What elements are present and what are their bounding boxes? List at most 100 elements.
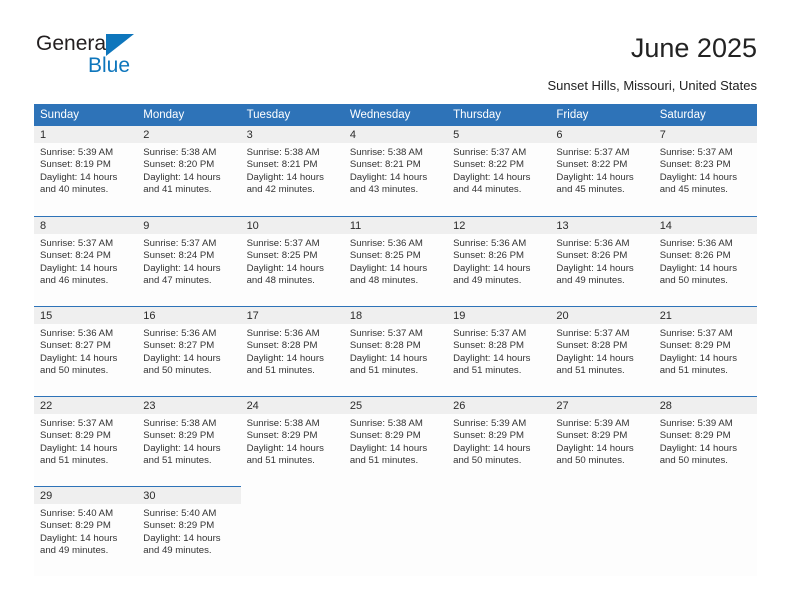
- sunrise-text: Sunrise: 5:37 AM: [453, 328, 527, 339]
- sunrise-text: Sunrise: 5:36 AM: [659, 238, 733, 249]
- day-details: Sunrise: 5:37 AM Sunset: 8:22 PM Daylight:…: [550, 143, 653, 197]
- page-subtitle: Sunset Hills, Missouri, United States: [547, 78, 757, 93]
- day-cell-inner: 12 Sunrise: 5:36 AM Sunset: 8:26 PM Dayligh…: [447, 216, 551, 306]
- daylight-text: Daylight: 14 hours and 44 minutes.: [453, 171, 531, 196]
- calendar-day-cell[interactable]: 24 Sunrise: 5:38 AM Sunset: 8:29 PM Dayligh…: [240, 396, 344, 486]
- calendar-day-cell[interactable]: 20 Sunrise: 5:37 AM Sunset: 8:28 PM Dayligh…: [550, 306, 654, 396]
- day-cell-inner: 28 Sunrise: 5:39 AM Sunset: 8:29 PM Dayligh…: [653, 396, 757, 486]
- calendar-day-cell[interactable]: 19 Sunrise: 5:37 AM Sunset: 8:28 PM Dayligh…: [447, 306, 551, 396]
- day-cell-inner: 25 Sunrise: 5:38 AM Sunset: 8:29 PM Dayligh…: [343, 396, 448, 486]
- day-cell-inner: 20 Sunrise: 5:37 AM Sunset: 8:28 PM Dayligh…: [550, 306, 654, 396]
- calendar-day-cell[interactable]: 5 Sunrise: 5:37 AM Sunset: 8:22 PM Daylight…: [447, 126, 551, 216]
- day-cell-inner: 17 Sunrise: 5:36 AM Sunset: 8:28 PM Dayligh…: [240, 306, 344, 396]
- day-number: 1: [34, 126, 138, 143]
- daylight-text: Daylight: 14 hours and 49 minutes.: [556, 262, 634, 287]
- calendar-day-cell[interactable]: 14 Sunrise: 5:36 AM Sunset: 8:26 PM Dayligh…: [653, 216, 757, 306]
- sunrise-text: Sunrise: 5:38 AM: [246, 147, 320, 158]
- day-number: 19: [447, 307, 551, 324]
- sunrise-text: Sunrise: 5:40 AM: [143, 508, 217, 519]
- calendar-body: 1 Sunrise: 5:39 AM Sunset: 8:19 PM Daylight…: [34, 126, 757, 576]
- sunset-text: Sunset: 8:27 PM: [40, 340, 111, 352]
- day-number: [344, 487, 447, 504]
- sunrise-text: Sunrise: 5:37 AM: [349, 328, 423, 339]
- sunrise-text: Sunrise: 5:37 AM: [556, 147, 630, 158]
- day-cell-inner: 18 Sunrise: 5:37 AM Sunset: 8:28 PM Dayligh…: [343, 306, 448, 396]
- calendar-day-cell[interactable]: 2 Sunrise: 5:38 AM Sunset: 8:20 PM Daylight…: [137, 126, 241, 216]
- calendar-day-cell[interactable]: 11 Sunrise: 5:36 AM Sunset: 8:25 PM Dayligh…: [343, 216, 448, 306]
- calendar-day-cell[interactable]: 25 Sunrise: 5:38 AM Sunset: 8:29 PM Dayligh…: [343, 396, 448, 486]
- day-cell-inner: 21 Sunrise: 5:37 AM Sunset: 8:29 PM Dayligh…: [653, 306, 757, 396]
- sunrise-text: Sunrise: 5:36 AM: [453, 238, 527, 249]
- day-details: Sunrise: 5:38 AM Sunset: 8:20 PM Daylight:…: [137, 143, 240, 197]
- calendar-day-cell[interactable]: 27 Sunrise: 5:39 AM Sunset: 8:29 PM Dayligh…: [550, 396, 654, 486]
- calendar-day-cell[interactable]: 17 Sunrise: 5:36 AM Sunset: 8:28 PM Dayligh…: [240, 306, 344, 396]
- sunset-text: Sunset: 8:27 PM: [143, 340, 215, 352]
- calendar-day-cell[interactable]: 1 Sunrise: 5:39 AM Sunset: 8:19 PM Daylight…: [34, 126, 138, 216]
- general-blue-logo[interactable]: General Blue: [34, 32, 234, 84]
- day-number: 16: [137, 307, 241, 324]
- sunset-text: Sunset: 8:29 PM: [246, 430, 318, 442]
- daylight-text: Daylight: 14 hours and 50 minutes.: [40, 352, 118, 377]
- sunrise-sunset-calendar-table: Sunday Monday Tuesday Wednesday Thursday…: [34, 104, 757, 576]
- calendar-day-cell[interactable]: 7 Sunrise: 5:37 AM Sunset: 8:23 PM Daylight…: [653, 126, 757, 216]
- day-number: 20: [550, 307, 654, 324]
- day-details: Sunrise: 5:39 AM Sunset: 8:29 PM Daylight:…: [550, 414, 653, 468]
- daylight-text: Daylight: 14 hours and 51 minutes.: [349, 352, 428, 377]
- calendar-day-cell[interactable]: 9 Sunrise: 5:37 AM Sunset: 8:24 PM Daylight…: [137, 216, 241, 306]
- calendar-day-cell[interactable]: 30 Sunrise: 5:40 AM Sunset: 8:29 PM Dayligh…: [137, 486, 241, 576]
- sunrise-text: Sunrise: 5:37 AM: [40, 238, 114, 249]
- calendar-day-cell[interactable]: 15 Sunrise: 5:36 AM Sunset: 8:27 PM Dayligh…: [34, 306, 138, 396]
- sunset-text: Sunset: 8:29 PM: [143, 520, 215, 532]
- logo-triangle-icon: [106, 34, 134, 56]
- calendar-day-cell[interactable]: 29 Sunrise: 5:40 AM Sunset: 8:29 PM Dayligh…: [34, 486, 138, 576]
- day-number: 21: [653, 307, 757, 324]
- calendar-day-cell[interactable]: 13 Sunrise: 5:36 AM Sunset: 8:26 PM Dayligh…: [550, 216, 654, 306]
- daylight-text: Daylight: 14 hours and 50 minutes.: [556, 442, 634, 467]
- sunset-text: Sunset: 8:29 PM: [659, 430, 731, 442]
- sunrise-text: Sunrise: 5:36 AM: [143, 328, 217, 339]
- calendar-day-cell[interactable]: 3 Sunrise: 5:38 AM Sunset: 8:21 PM Daylight…: [240, 126, 344, 216]
- day-number: 10: [240, 217, 344, 234]
- calendar-day-cell[interactable]: 18 Sunrise: 5:37 AM Sunset: 8:28 PM Dayligh…: [343, 306, 448, 396]
- calendar-day-cell[interactable]: 21 Sunrise: 5:37 AM Sunset: 8:29 PM Dayligh…: [653, 306, 757, 396]
- day-number: 9: [137, 217, 241, 234]
- calendar-page: General Blue June 2025 Sunset Hills, Mis…: [0, 0, 792, 612]
- sunrise-text: Sunrise: 5:37 AM: [659, 328, 733, 339]
- day-cell-inner: [344, 486, 447, 576]
- calendar-week-row: 29 Sunrise: 5:40 AM Sunset: 8:29 PM Dayligh…: [34, 486, 757, 576]
- calendar-day-cell[interactable]: 8 Sunrise: 5:37 AM Sunset: 8:24 PM Daylight…: [34, 216, 138, 306]
- day-number: 11: [343, 217, 448, 234]
- day-details: Sunrise: 5:36 AM Sunset: 8:25 PM Daylight:…: [344, 234, 447, 288]
- sunset-text: Sunset: 8:25 PM: [349, 250, 421, 262]
- day-number: [447, 487, 550, 504]
- day-cell-inner: 22 Sunrise: 5:37 AM Sunset: 8:29 PM Dayligh…: [34, 396, 138, 486]
- sunset-text: Sunset: 8:28 PM: [556, 340, 628, 352]
- sunrise-text: Sunrise: 5:37 AM: [143, 238, 217, 249]
- sunrise-text: Sunrise: 5:38 AM: [143, 418, 217, 429]
- day-number: 4: [343, 126, 448, 143]
- calendar-day-cell[interactable]: 28 Sunrise: 5:39 AM Sunset: 8:29 PM Dayligh…: [653, 396, 757, 486]
- calendar-day-cell[interactable]: 6 Sunrise: 5:37 AM Sunset: 8:22 PM Daylight…: [550, 126, 654, 216]
- sunset-text: Sunset: 8:25 PM: [246, 250, 318, 262]
- sunrise-text: Sunrise: 5:36 AM: [349, 238, 423, 249]
- calendar-day-cell[interactable]: 16 Sunrise: 5:36 AM Sunset: 8:27 PM Dayligh…: [137, 306, 241, 396]
- sunset-text: Sunset: 8:29 PM: [659, 340, 731, 352]
- calendar-day-cell[interactable]: 4 Sunrise: 5:38 AM Sunset: 8:21 PM Daylight…: [343, 126, 448, 216]
- sunset-text: Sunset: 8:22 PM: [556, 159, 628, 171]
- day-cell-inner: 4 Sunrise: 5:38 AM Sunset: 8:21 PM Daylight…: [343, 126, 448, 216]
- calendar-day-cell[interactable]: 12 Sunrise: 5:36 AM Sunset: 8:26 PM Dayligh…: [447, 216, 551, 306]
- calendar-day-cell[interactable]: 26 Sunrise: 5:39 AM Sunset: 8:29 PM Dayligh…: [447, 396, 551, 486]
- sunrise-text: Sunrise: 5:37 AM: [556, 328, 630, 339]
- day-number: [550, 487, 653, 504]
- day-cell-inner: 9 Sunrise: 5:37 AM Sunset: 8:24 PM Daylight…: [137, 216, 241, 306]
- day-number: 24: [240, 397, 344, 414]
- sunrise-text: Sunrise: 5:37 AM: [40, 418, 114, 429]
- calendar-day-cell[interactable]: 22 Sunrise: 5:37 AM Sunset: 8:29 PM Dayligh…: [34, 396, 138, 486]
- calendar-day-cell[interactable]: 23 Sunrise: 5:38 AM Sunset: 8:29 PM Dayligh…: [137, 396, 241, 486]
- day-cell-inner: 5 Sunrise: 5:37 AM Sunset: 8:22 PM Daylight…: [447, 126, 551, 216]
- day-number: 30: [137, 487, 241, 504]
- day-cell-inner: [241, 486, 344, 576]
- day-details: Sunrise: 5:37 AM Sunset: 8:22 PM Daylight:…: [447, 143, 550, 197]
- page-header: General Blue June 2025 Sunset Hills, Mis…: [0, 0, 792, 100]
- calendar-day-cell[interactable]: 10 Sunrise: 5:37 AM Sunset: 8:25 PM Dayligh…: [240, 216, 344, 306]
